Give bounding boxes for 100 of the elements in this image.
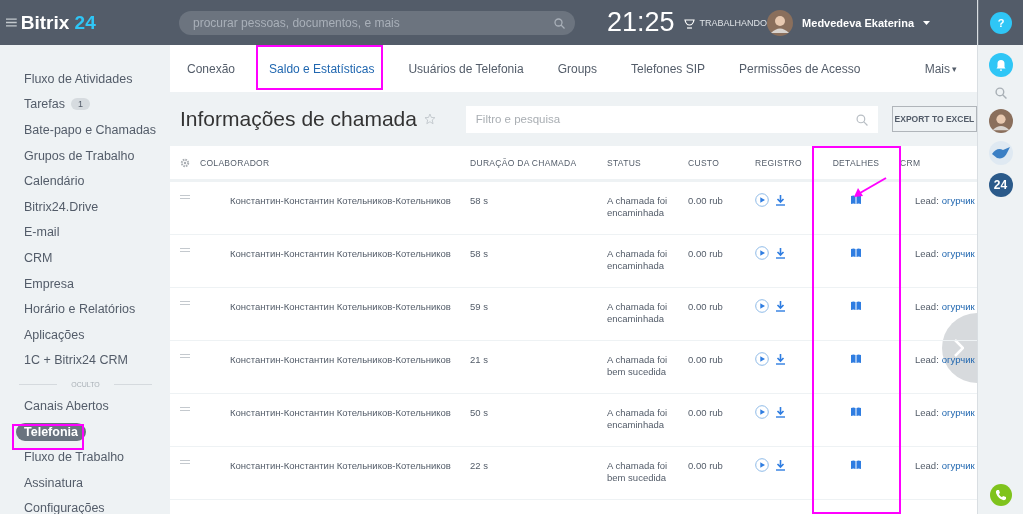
call-cost: 0.00 rub — [688, 248, 724, 259]
crm-link[interactable]: огурчик — [941, 407, 975, 418]
notification-bell-icon[interactable] — [988, 53, 1013, 77]
call-status: A chamada foi encaminhada — [607, 248, 668, 273]
call-duration: 22 s — [470, 460, 489, 471]
search-field[interactable]: procurar pessoas, documentos, e mais — [179, 10, 575, 35]
play-icon[interactable] — [755, 405, 769, 419]
play-icon[interactable] — [755, 193, 769, 207]
logo[interactable]: Bitrix 24 — [20, 11, 167, 34]
play-icon[interactable] — [755, 246, 769, 260]
column-header[interactable]: CRM — [900, 157, 977, 168]
call-duration: 59 s — [470, 301, 489, 312]
tab[interactable]: Conexão — [170, 61, 253, 76]
employee-name: Константин-Константин Котельников-Котельников — [229, 301, 452, 312]
clock-time[interactable]: 21:25 — [607, 7, 675, 38]
call-duration: 50 s — [470, 407, 489, 418]
sidebar-item[interactable]: Fluxo de Atividades — [24, 71, 133, 86]
drag-handle-icon[interactable] — [180, 195, 190, 199]
column-header[interactable]: REGISTRO — [755, 157, 812, 168]
export-button[interactable]: EXPORT TO EXCEL — [891, 106, 977, 132]
filter-field[interactable]: Filtro e pesquisa — [465, 105, 878, 133]
sidebar-item[interactable]: 1C + Bitrix24 CRM — [24, 353, 128, 368]
crm-link[interactable]: огурчик — [941, 248, 975, 259]
sidebar-item[interactable]: Assinatura — [24, 475, 84, 490]
crm-link[interactable]: огурчик — [941, 195, 975, 206]
book-icon[interactable] — [851, 354, 861, 363]
user-avatar[interactable] — [767, 9, 794, 36]
play-icon[interactable] — [755, 458, 769, 472]
crm-link[interactable]: огурчик — [941, 460, 975, 471]
column-header[interactable]: DETALHES — [832, 157, 880, 168]
sidebar-item[interactable]: Canais Abertos — [24, 398, 109, 413]
crm-link[interactable]: огурчик — [941, 354, 975, 365]
download-icon[interactable] — [776, 353, 785, 365]
contact-avatar[interactable] — [988, 109, 1013, 133]
drag-handle-icon[interactable] — [180, 301, 190, 305]
tab[interactable]: Saldo e Estatísticas — [252, 61, 392, 76]
sidebar-item[interactable]: Configurações — [24, 501, 105, 514]
drag-handle-icon[interactable] — [180, 407, 190, 411]
more-tab[interactable]: Mais ▾ — [924, 61, 957, 76]
download-icon[interactable] — [776, 194, 785, 206]
call-cost: 0.00 rub — [688, 354, 724, 365]
column-header[interactable]: COLABORADOR — [200, 157, 470, 168]
caret-icon[interactable] — [923, 20, 930, 25]
sidebar-item[interactable]: Calendário — [24, 174, 85, 189]
drag-handle-icon[interactable] — [180, 354, 190, 358]
star-icon[interactable] — [423, 112, 436, 126]
search-icon[interactable] — [994, 87, 1007, 99]
sidebar-item[interactable]: Grupos de Trabalho — [24, 148, 135, 163]
menu-icon[interactable] — [6, 18, 17, 27]
tab[interactable]: Permissões de Acesso — [722, 61, 878, 76]
drag-handle-icon[interactable] — [180, 248, 190, 252]
sidebar-item[interactable]: Horário e Relatórios — [24, 302, 136, 317]
sidebar-item[interactable]: Bitrix24.Drive — [24, 199, 99, 214]
download-icon[interactable] — [776, 247, 785, 259]
settings-icon[interactable] — [180, 157, 190, 168]
play-icon[interactable] — [755, 299, 769, 313]
book-icon[interactable] — [851, 195, 861, 204]
call-status: A chamada foi encaminhada — [607, 195, 668, 220]
call-duration: 58 s — [470, 195, 489, 206]
chevron-icon — [954, 339, 964, 357]
column-header[interactable]: CUSTO — [688, 157, 755, 168]
cup-icon[interactable] — [683, 16, 696, 29]
column-header[interactable]: STATUS — [607, 157, 688, 168]
sidebar-item[interactable]: E-mail — [24, 225, 60, 240]
book-icon[interactable] — [851, 248, 861, 257]
sidebar-item[interactable]: Tarefas — [24, 97, 65, 112]
annotation-arrow — [852, 176, 888, 200]
call-cost: 0.00 rub — [688, 195, 724, 206]
bird-avatar-icon[interactable] — [988, 141, 1013, 165]
call-status: A chamada foi encaminhada — [607, 301, 668, 326]
tab[interactable]: Telefones SIP — [614, 61, 723, 76]
work-status[interactable]: TRABALHANDO — [699, 17, 768, 28]
download-icon[interactable] — [776, 406, 785, 418]
sidebar-item[interactable]: Fluxo de Trabalho — [24, 450, 125, 465]
book-icon[interactable] — [851, 460, 861, 469]
call-cost: 0.00 rub — [688, 407, 724, 418]
sidebar-item[interactable]: Aplicações — [24, 327, 85, 342]
tab[interactable]: Usuários de Telefonia — [391, 61, 541, 76]
book-icon[interactable] — [851, 407, 861, 416]
sidebar-item[interactable]: Empresa — [24, 276, 75, 291]
crm-label: Lead: — [915, 354, 939, 365]
page-title: Informações de chamada — [180, 107, 417, 131]
download-icon[interactable] — [776, 459, 785, 471]
sidebar-item[interactable]: Bate-papo e Chamadas — [24, 123, 157, 137]
user-name[interactable]: Medvedeva Ekaterina — [802, 16, 914, 29]
app-badge[interactable]: 24 — [988, 173, 1013, 197]
phone-icon[interactable] — [989, 484, 1012, 506]
sidebar-item[interactable]: CRM — [24, 250, 53, 265]
call-status: A chamada foi bem sucedida — [607, 460, 668, 485]
crm-label: Lead: — [915, 195, 939, 206]
call-duration: 21 s — [470, 354, 489, 365]
tab[interactable]: Groups — [540, 61, 614, 76]
crm-link[interactable]: огурчик — [941, 301, 975, 312]
drag-handle-icon[interactable] — [180, 460, 190, 464]
column-header[interactable]: DURAÇÃO DA CHAMADA — [470, 157, 607, 168]
crm-label: Lead: — [915, 301, 939, 312]
crm-label: Lead: — [915, 460, 939, 471]
download-icon[interactable] — [776, 300, 785, 312]
book-icon[interactable] — [851, 301, 861, 310]
play-icon[interactable] — [755, 352, 769, 366]
